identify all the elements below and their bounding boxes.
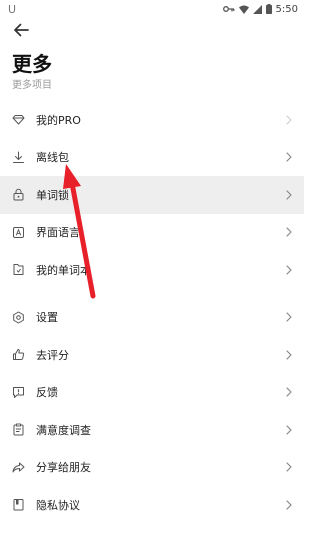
menu-item-label: 隐私协议 (36, 498, 80, 512)
status-time: 5:50 (275, 3, 298, 15)
menu-item-label: 界面语言 (36, 226, 80, 240)
status-icons: 5:50 (222, 3, 298, 15)
menu-item-rate[interactable]: 去评分 (0, 336, 304, 374)
menu-item-label: 离线包 (36, 151, 69, 165)
language-icon (11, 225, 25, 239)
chevron-right-icon (284, 265, 294, 275)
menu-item-settings[interactable]: 设置 (0, 299, 304, 337)
menu-item-label: 满意度调查 (36, 423, 91, 437)
menu-item-feedback[interactable]: 反馈 (0, 374, 304, 412)
chevron-right-icon (284, 350, 294, 360)
menu-item-offline-package[interactable]: 离线包 (0, 139, 304, 177)
more-menu: 我的PRO 离线包 单词锁 界面语言 我的单词本 设置 去评分 反馈 满意度调查… (0, 101, 304, 524)
menu-item-word-lock[interactable]: 单词锁 (0, 176, 304, 214)
menu-item-privacy[interactable]: 隐私协议 (0, 486, 304, 524)
chevron-right-icon (284, 152, 294, 162)
menu-item-ui-language[interactable]: 界面语言 (0, 214, 304, 252)
menu-item-label: 单词锁 (36, 188, 69, 202)
chevron-right-icon (284, 115, 294, 125)
chevron-right-icon (284, 312, 294, 322)
status-bar: U 5:50 (0, 0, 304, 18)
section-gap (0, 289, 304, 299)
chevron-right-icon (284, 387, 294, 397)
page-subtitle: 更多项目 (12, 80, 52, 91)
signal-icon (252, 4, 262, 14)
wordbook-icon (11, 263, 25, 277)
back-arrow-icon (13, 22, 29, 41)
feedback-icon (11, 385, 25, 399)
chevron-right-icon (284, 425, 294, 435)
top-bar (0, 18, 304, 44)
wifi-icon (238, 5, 249, 14)
menu-item-pro[interactable]: 我的PRO (0, 101, 304, 139)
battery-icon (265, 4, 272, 14)
menu-item-label: 反馈 (36, 386, 58, 400)
chevron-right-icon (284, 190, 294, 200)
chevron-right-icon (284, 462, 294, 472)
notification-glyph: U (8, 2, 17, 16)
menu-item-survey[interactable]: 满意度调查 (0, 411, 304, 449)
diamond-icon (11, 113, 25, 127)
menu-item-label: 分享给朋友 (36, 461, 91, 475)
menu-item-label: 我的PRO (36, 113, 81, 127)
thumbs-up-icon (11, 348, 25, 362)
lock-icon (11, 188, 25, 202)
privacy-icon (11, 498, 25, 512)
chevron-right-icon (284, 500, 294, 510)
download-icon (11, 150, 25, 164)
page-title: 更多 (12, 52, 52, 76)
key-icon (222, 5, 235, 13)
back-button[interactable] (10, 20, 32, 42)
menu-item-label: 设置 (36, 311, 58, 325)
share-icon (11, 460, 25, 474)
menu-item-wordbook[interactable]: 我的单词本 (0, 251, 304, 289)
menu-item-label: 我的单词本 (36, 263, 91, 277)
gear-icon (11, 310, 25, 324)
menu-item-share[interactable]: 分享给朋友 (0, 449, 304, 487)
menu-item-label: 去评分 (36, 348, 69, 362)
chevron-right-icon (284, 227, 294, 237)
survey-icon (11, 423, 25, 437)
